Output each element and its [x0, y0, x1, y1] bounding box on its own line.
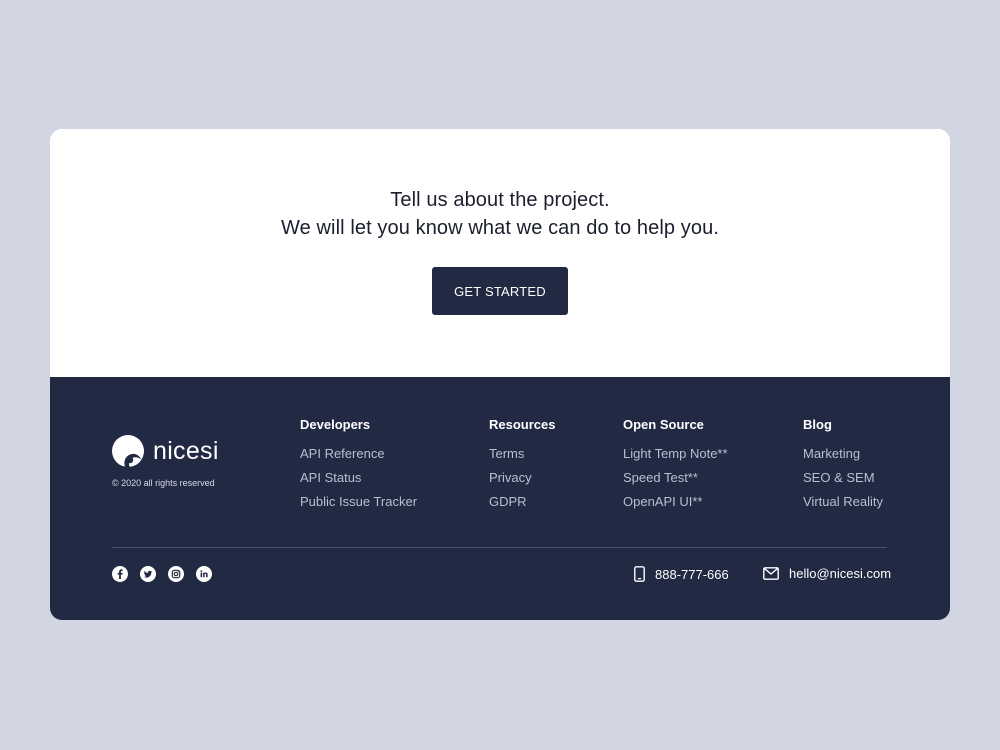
email-contact[interactable]: hello@nicesi.com: [763, 566, 891, 581]
facebook-icon[interactable]: [112, 566, 128, 582]
column-title: Resources: [489, 417, 556, 432]
footer-link-api-reference[interactable]: API Reference: [300, 442, 417, 466]
footer-column-blog: Blog Marketing SEO & SEM Virtual Reality: [803, 417, 883, 514]
footer-link-marketing[interactable]: Marketing: [803, 442, 883, 466]
phone-contact[interactable]: 888-777-666: [634, 566, 729, 582]
footer-link-gdpr[interactable]: GDPR: [489, 490, 555, 514]
footer-link-speed-test[interactable]: Speed Test**: [623, 466, 728, 490]
twitter-icon[interactable]: [140, 566, 156, 582]
footer-link-openapi-ui[interactable]: OpenAPI UI**: [623, 490, 728, 514]
brand-name: nicesi: [153, 436, 219, 465]
copyright-text: © 2020 all rights reserved: [112, 478, 215, 488]
cta-subheadline: We will let you know what we can do to h…: [281, 217, 719, 239]
linkedin-icon[interactable]: [196, 566, 212, 582]
footer-link-seo-sem[interactable]: SEO & SEM: [803, 466, 883, 490]
footer-divider: [112, 547, 887, 548]
footer-link-light-temp-note[interactable]: Light Temp Note**: [623, 442, 728, 466]
footer-link-privacy[interactable]: Privacy: [489, 466, 555, 490]
phone-number: 888-777-666: [655, 566, 729, 582]
brand-link[interactable]: nicesi: [112, 435, 219, 467]
footer-link-terms[interactable]: Terms: [489, 442, 555, 466]
column-title: Open Source: [623, 417, 704, 432]
column-title: Developers: [300, 417, 371, 432]
social-links: [112, 566, 212, 582]
cta-section: Tell us about the project. We will let y…: [50, 129, 950, 377]
phone-icon: [634, 566, 645, 582]
site-footer: nicesi © 2020 all rights reserved Develo…: [50, 377, 950, 620]
nicesi-logo-icon: [112, 435, 144, 467]
instagram-icon[interactable]: [168, 566, 184, 582]
footer-link-virtual-reality[interactable]: Virtual Reality: [803, 490, 883, 514]
footer-link-public-issue-tracker[interactable]: Public Issue Tracker: [300, 490, 417, 514]
cta-headline: Tell us about the project.: [390, 189, 610, 211]
footer-column-open-source: Open Source Light Temp Note** Speed Test…: [623, 417, 728, 514]
mail-icon: [763, 567, 779, 580]
cta-footer-card: Tell us about the project. We will let y…: [50, 129, 950, 620]
email-address: hello@nicesi.com: [789, 566, 892, 581]
get-started-button[interactable]: GET STARTED: [432, 267, 568, 315]
footer-column-developers: Developers API Reference API Status Publ…: [300, 417, 417, 514]
footer-link-api-status[interactable]: API Status: [300, 466, 417, 490]
footer-column-resources: Resources Terms Privacy GDPR: [489, 417, 555, 514]
column-title: Blog: [803, 417, 832, 432]
